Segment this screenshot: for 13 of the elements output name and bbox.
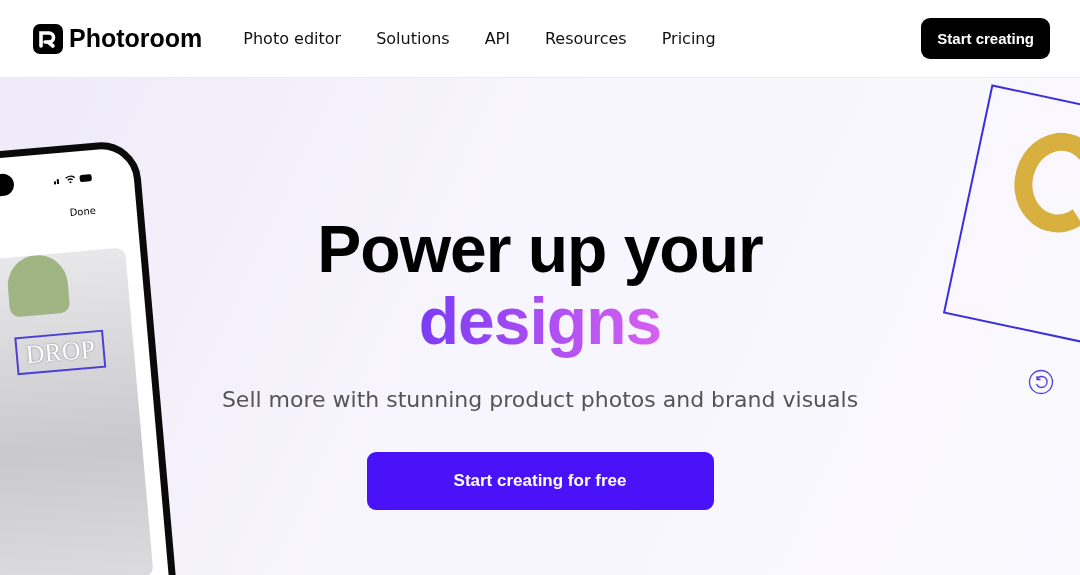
logo-text[interactable]: Photoroom <box>69 24 203 53</box>
start-free-button[interactable]: Start creating for free <box>366 452 714 511</box>
nav-link[interactable]: Solutions <box>376 29 450 48</box>
nav-link[interactable]: Photo editor <box>243 29 342 48</box>
nav-link[interactable]: API <box>484 29 510 48</box>
nav-link[interactable]: Resources <box>544 29 627 48</box>
logo-icon <box>33 23 63 54</box>
done-link[interactable]: Done <box>69 204 97 219</box>
start-creating-button[interactable]: Start creating <box>921 18 1050 59</box>
hero-subtitle: Sell more with stunning product photos and brand visuals <box>221 387 859 413</box>
status-icons <box>53 171 95 186</box>
nav-link[interactable]: Pricing <box>661 29 716 48</box>
rotate-icon[interactable] <box>1028 369 1054 395</box>
